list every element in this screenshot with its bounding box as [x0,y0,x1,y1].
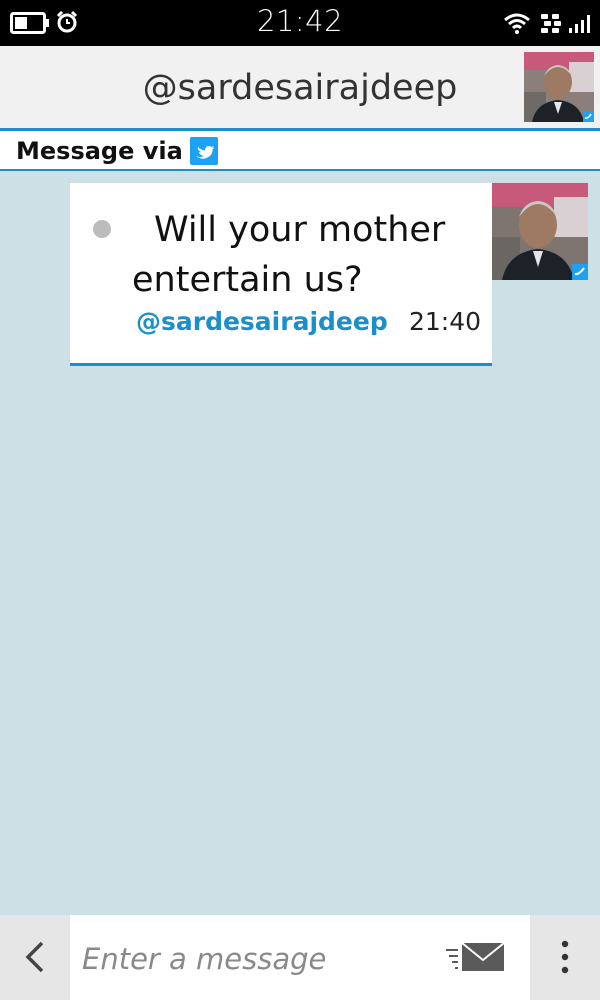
unread-indicator [93,220,111,238]
wifi-icon [504,13,530,34]
message-via-bar: Message via [0,131,600,171]
send-icon [446,942,505,971]
more-icon [561,940,569,974]
back-icon [25,941,44,973]
twitter-icon [190,137,218,165]
message-bubble[interactable]: Will your mother entertain us? @sardesai… [70,183,492,366]
message-input[interactable] [82,937,432,981]
status-bar: 21:42 [0,0,600,46]
back-button[interactable] [0,915,70,1000]
signal-icon [569,15,590,33]
more-button[interactable] [530,915,600,1000]
chat-header: @sardesairajdeep [0,46,600,130]
message-time: 21:40 [409,307,482,336]
message-text: Will your mother entertain us? [132,210,446,300]
send-button[interactable] [444,940,506,976]
compose-bar [0,915,600,1000]
sender-avatar[interactable] [492,183,588,280]
bbm-icon [541,14,561,33]
profile-avatar[interactable] [524,52,594,122]
message-sender[interactable]: @sardesairajdeep [136,307,388,336]
contact-name[interactable]: @sardesairajdeep [0,68,600,108]
message-via-label: Message via [16,137,183,165]
